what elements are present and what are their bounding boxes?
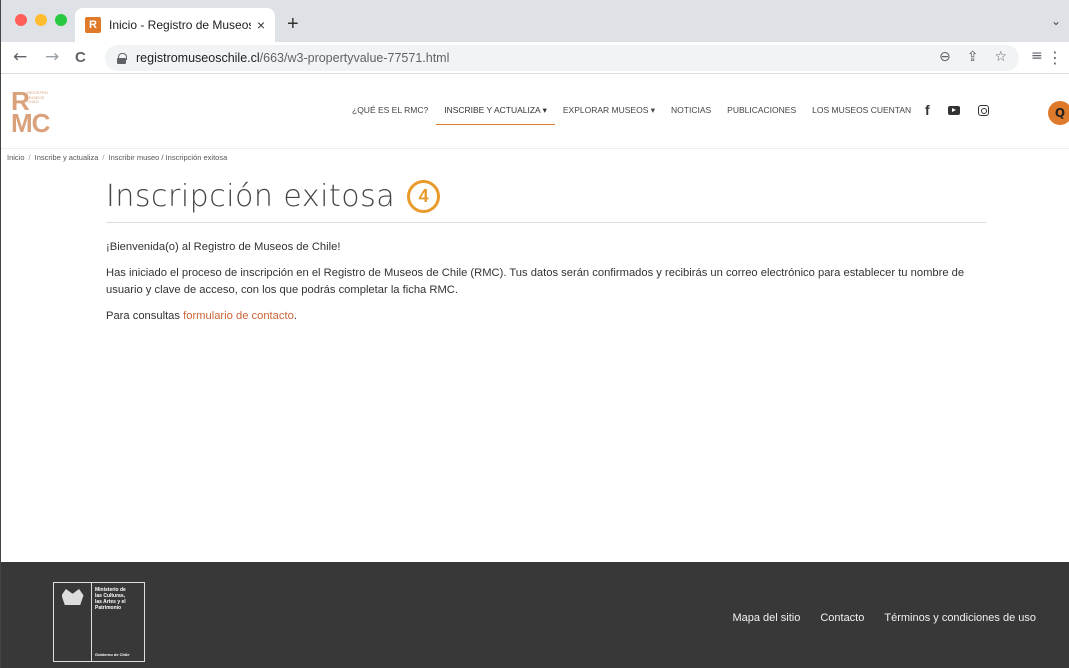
gobierno-label: Gobierno de Chile xyxy=(95,652,130,657)
ministry-logo[interactable]: Ministerio de las Culturas, las Artes y … xyxy=(53,582,145,662)
new-tab-button[interactable]: + xyxy=(287,13,299,36)
welcome-text: ¡Bienvenida(o) al Registro de Museos de … xyxy=(106,241,341,253)
breadcrumb: Inicio / Inscribe y actualiza / Inscribir mu… xyxy=(7,153,227,162)
reload-button[interactable]: C xyxy=(75,49,86,66)
minimize-window-button[interactable] xyxy=(35,14,47,26)
page-title: Inscripción exitosa xyxy=(106,179,396,214)
page-title-row: Inscripción exitosa 4 xyxy=(106,171,986,223)
footer-link-contacto[interactable]: Contacto xyxy=(820,612,864,624)
omnibox-actions: ⊖ ⇪ ☆ xyxy=(939,49,1007,65)
contact-suffix: . xyxy=(293,310,297,322)
instagram-icon[interactable] xyxy=(977,104,989,116)
ministry-line: Patrimonio xyxy=(95,605,122,611)
url-domain: registromuseoschile.cl xyxy=(136,51,260,65)
footer-link-mapa[interactable]: Mapa del sitio xyxy=(732,612,800,624)
social-links: f xyxy=(925,102,989,118)
close-window-button[interactable] xyxy=(15,14,27,26)
nav-los-museos-cuentan[interactable]: LOS MUSEOS CUENTAN xyxy=(804,105,919,125)
nav-noticias[interactable]: NOTICIAS xyxy=(663,105,719,125)
tab-close-icon[interactable]: × xyxy=(257,17,265,33)
contact-form-link[interactable]: formulario de contacto xyxy=(183,310,294,322)
ministry-crest-area xyxy=(54,583,92,661)
step-number-badge: 4 xyxy=(407,180,441,213)
tab-strip: R Inicio - Registro de Museos de × + ⌄ xyxy=(1,0,1069,42)
forward-button[interactable]: → xyxy=(45,47,59,67)
logo-text-line: CHILE xyxy=(27,99,39,104)
back-button[interactable]: ← xyxy=(13,47,27,67)
facebook-icon[interactable]: f xyxy=(925,102,930,118)
browser-window: R Inicio - Registro de Museos de × + ⌄ ←… xyxy=(0,0,1069,668)
site-header: R REGISTRO MUSEOS CHILE MC ¿QUÉ ES EL RM… xyxy=(1,74,1069,149)
address-bar[interactable]: registromuseoschile.cl/663/w3-propertyva… xyxy=(105,45,1019,71)
contact-prefix: Para consultas xyxy=(106,310,184,322)
logo-small-text: REGISTRO MUSEOS CHILE xyxy=(27,90,48,105)
footer-links: Mapa del sitio Contacto Términos y condi… xyxy=(732,612,1036,624)
breadcrumb-current: Inscribir museo / Inscripción exitosa xyxy=(108,153,228,162)
browser-tab[interactable]: R Inicio - Registro de Museos de × xyxy=(75,8,275,42)
favicon-icon: R xyxy=(85,17,101,33)
logo-letters-bottom: MC xyxy=(11,108,50,138)
ministry-text-area: Ministerio de las Culturas, las Artes y … xyxy=(92,583,144,661)
window-controls xyxy=(15,14,67,26)
nav-explorar-museos[interactable]: EXPLORAR MUSEOS ▾ xyxy=(555,105,663,125)
tab-title: Inicio - Registro de Museos de xyxy=(109,18,251,32)
tab-search-chevron-icon[interactable]: ⌄ xyxy=(1051,14,1061,28)
browser-toolbar: ← → C registromuseoschile.cl/663/w3-prop… xyxy=(1,42,1069,74)
nav-inscribe-actualiza[interactable]: INSCRIBE Y ACTUALIZA ▾ xyxy=(436,105,555,125)
contact-text: Para consultas formulario de contacto. xyxy=(106,308,986,325)
coat-of-arms-icon xyxy=(61,589,84,605)
browser-menu-icon[interactable]: ⋮ xyxy=(1047,48,1063,67)
main-nav: ¿QUÉ ES EL RMC? INSCRIBE Y ACTUALIZA ▾ E… xyxy=(344,105,919,125)
nav-publicaciones[interactable]: PUBLICACIONES xyxy=(719,105,804,125)
body-text: Has iniciado el proceso de inscripción e… xyxy=(106,267,965,296)
maximize-window-button[interactable] xyxy=(55,14,67,26)
footer-link-terminos[interactable]: Términos y condiciones de uso xyxy=(884,612,1036,624)
breadcrumb-separator: / xyxy=(28,153,31,162)
breadcrumb-separator: / xyxy=(102,153,105,162)
youtube-icon[interactable] xyxy=(947,105,960,115)
reading-list-icon[interactable]: ≡ xyxy=(1031,48,1043,64)
breadcrumb-inicio[interactable]: Inicio xyxy=(7,153,25,162)
site-footer: Ministerio de las Culturas, las Artes y … xyxy=(1,562,1069,668)
site-search-button[interactable]: Q xyxy=(1048,101,1069,125)
lock-icon xyxy=(117,52,127,64)
zoom-icon[interactable]: ⊖ xyxy=(939,49,951,65)
url-path: /663/w3-propertyvalue-77571.html xyxy=(259,51,450,65)
bookmark-star-icon[interactable]: ☆ xyxy=(994,49,1007,65)
url-text: registromuseoschile.cl/663/w3-propertyva… xyxy=(136,51,449,65)
page-content: ¡Bienvenida(o) al Registro de Museos de … xyxy=(106,239,986,334)
nav-que-es-rmc[interactable]: ¿QUÉ ES EL RMC? xyxy=(344,105,436,125)
rmc-logo[interactable]: R REGISTRO MUSEOS CHILE MC xyxy=(11,88,59,138)
share-icon[interactable]: ⇪ xyxy=(967,49,979,65)
breadcrumb-inscribe[interactable]: Inscribe y actualiza xyxy=(35,153,99,162)
